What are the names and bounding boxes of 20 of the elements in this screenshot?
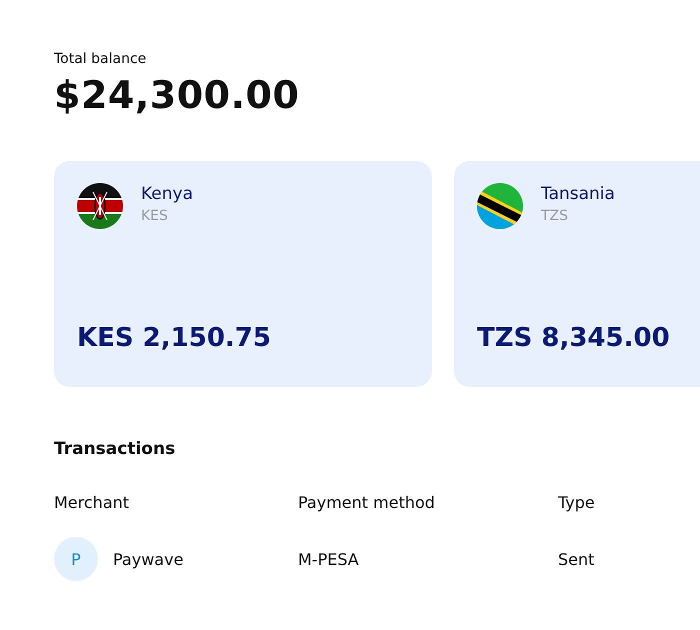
balance-label: Total balance bbox=[54, 51, 146, 67]
flag-icon bbox=[477, 183, 523, 229]
country-name: Tansania bbox=[541, 183, 615, 205]
balance-amount: $24,300.00 bbox=[54, 73, 300, 117]
table-cell: M-PESA bbox=[298, 550, 359, 568]
section-title: Transactions bbox=[54, 439, 176, 459]
currency-code: TZS bbox=[541, 208, 568, 224]
table-cell: Paywave bbox=[113, 550, 184, 568]
account-card[interactable]: Kenya KES KES 2,150.75 bbox=[54, 161, 432, 387]
column-header: Merchant bbox=[54, 493, 130, 512]
merchant-avatar: P bbox=[54, 537, 98, 581]
column-header: Type bbox=[558, 493, 595, 512]
account-amount: TZS 8,345.00 bbox=[477, 323, 670, 353]
flag-icon bbox=[77, 183, 123, 229]
account-card[interactable]: Tansania TZS TZS 8,345.00 bbox=[454, 161, 700, 387]
currency-code: KES bbox=[141, 208, 168, 224]
country-name: Kenya bbox=[141, 183, 194, 205]
column-header: Payment method bbox=[298, 493, 435, 512]
account-amount: KES 2,150.75 bbox=[77, 323, 271, 353]
table-cell: Sent bbox=[558, 550, 594, 568]
